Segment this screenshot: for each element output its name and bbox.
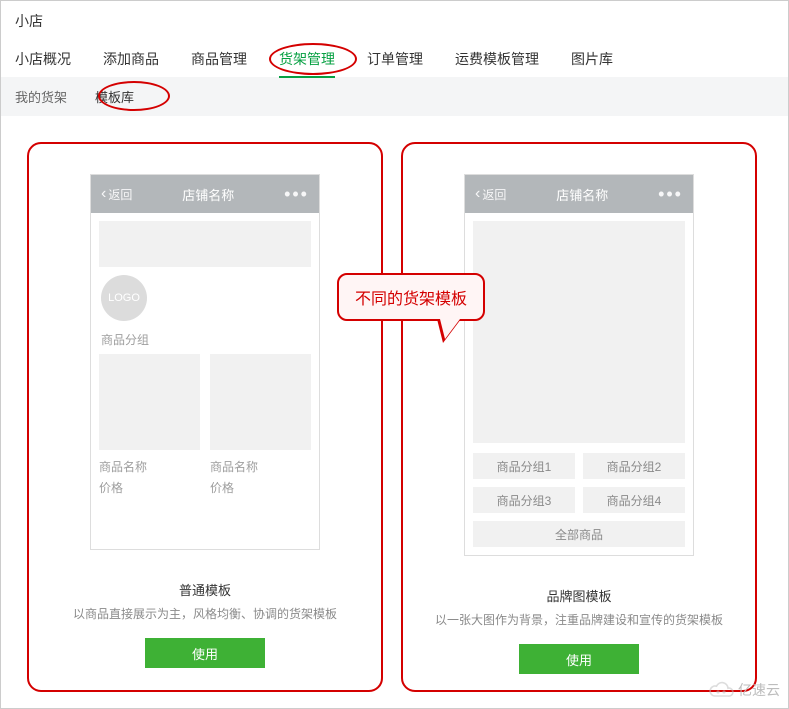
phone-body-brand: 商品分组1 商品分组2 商品分组3 商品分组4 全部商品 [465,213,693,555]
phone-body-basic: LOGO 商品分组 商品名称 价格 商品名称 价格 [91,213,319,549]
tab-product-mgmt[interactable]: 商品管理 [191,41,247,77]
phone-shop-title: 店铺名称 [556,185,608,204]
all-products-button[interactable]: 全部商品 [473,521,685,547]
category-tag[interactable]: 商品分组4 [583,487,685,513]
phone-back-label: 返回 [482,186,506,203]
subtab-my-shelves[interactable]: 我的货架 [15,87,67,106]
phone-back-button[interactable]: ‹ 返回 [101,186,132,203]
tab-order-mgmt[interactable]: 订单管理 [367,41,423,77]
category-tag[interactable]: 商品分组3 [473,487,575,513]
template-card-basic: ‹ 返回 店铺名称 ••• LOGO 商品分组 商品名称 价格 [27,142,383,692]
subtab-template-lib[interactable]: 模板库 [95,87,134,106]
more-icon[interactable]: ••• [658,184,683,205]
category-tag[interactable]: 商品分组1 [473,453,575,479]
phone-back-label: 返回 [108,186,132,203]
logo-placeholder: LOGO [101,275,147,321]
phone-preview-brand: ‹ 返回 店铺名称 ••• 商品分组1 商品分组2 商品分组3 商品分组4 全部… [464,174,694,556]
annotation-bubble-tail [437,319,461,343]
brand-category-grid: 商品分组1 商品分组2 商品分组3 商品分组4 [473,453,685,513]
product-name-label: 商品名称 [210,458,311,475]
template-title-basic: 普通模板 [179,580,231,599]
use-button-basic[interactable]: 使用 [145,638,265,668]
template-desc-basic: 以商品直接展示为主，风格均衡、协调的货架模板 [73,605,337,622]
product-row: 商品名称 价格 商品名称 价格 [99,354,311,496]
product-cell: 商品名称 价格 [99,354,200,496]
product-price-label: 价格 [210,479,311,496]
template-title-brand: 品牌图模板 [546,586,611,605]
template-desc-brand: 以一张大图作为背景，注重品牌建设和宣传的货架模板 [435,611,723,628]
phone-preview-basic: ‹ 返回 店铺名称 ••• LOGO 商品分组 商品名称 价格 [90,174,320,550]
tab-overview[interactable]: 小店概况 [15,41,71,77]
product-image-placeholder [210,354,311,450]
group-label: 商品分组 [101,331,311,348]
annotation-bubble: 不同的货架模板 [337,273,485,321]
annotation-callout: 不同的货架模板 [337,273,485,321]
product-image-placeholder [99,354,200,450]
phone-header: ‹ 返回 店铺名称 ••• [465,175,693,213]
chevron-left-icon: ‹ [101,186,106,202]
brand-image-placeholder [473,221,685,443]
more-icon[interactable]: ••• [284,184,309,205]
chevron-left-icon: ‹ [475,186,480,202]
phone-shop-title: 店铺名称 [182,185,234,204]
tab-image-lib[interactable]: 图片库 [571,41,613,77]
page-title: 小店 [1,1,788,37]
tab-add-product[interactable]: 添加商品 [103,41,159,77]
template-card-brand: ‹ 返回 店铺名称 ••• 商品分组1 商品分组2 商品分组3 商品分组4 全部… [401,142,757,692]
product-price-label: 价格 [99,479,200,496]
sub-tabs: 我的货架 模板库 [1,77,788,116]
phone-back-button[interactable]: ‹ 返回 [475,186,506,203]
phone-header: ‹ 返回 店铺名称 ••• [91,175,319,213]
category-tag[interactable]: 商品分组2 [583,453,685,479]
product-name-label: 商品名称 [99,458,200,475]
use-button-brand[interactable]: 使用 [519,644,639,674]
main-tabs: 小店概况 添加商品 商品管理 货架管理 订单管理 运费模板管理 图片库 [1,37,788,77]
product-cell: 商品名称 价格 [210,354,311,496]
tab-shelf-mgmt[interactable]: 货架管理 [279,41,335,77]
tab-shipping-tpl[interactable]: 运费模板管理 [455,41,539,77]
banner-placeholder [99,221,311,267]
content-area: ‹ 返回 店铺名称 ••• LOGO 商品分组 商品名称 价格 [1,116,788,702]
